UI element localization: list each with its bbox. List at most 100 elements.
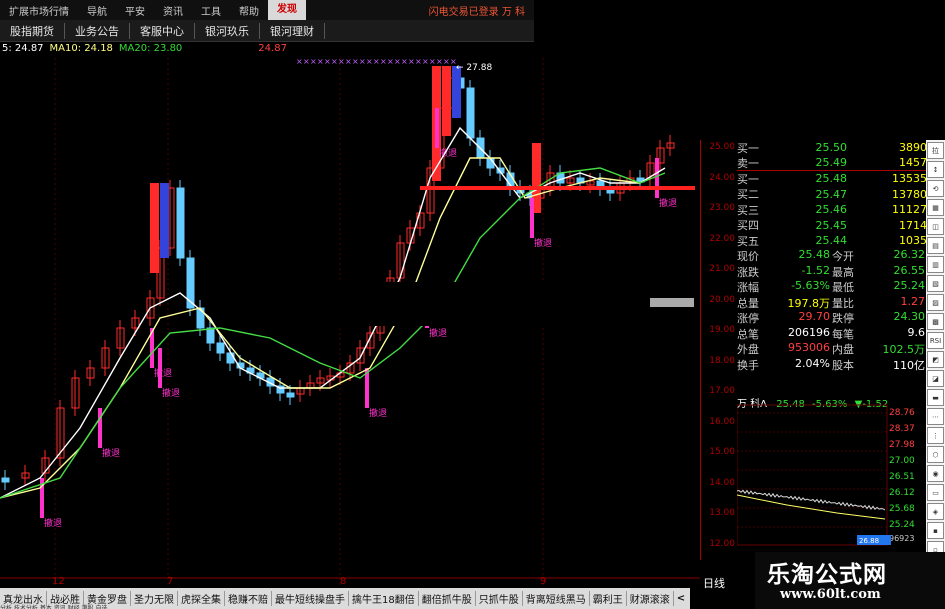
nav-link-1[interactable]: 业务公告 [65, 22, 130, 39]
axis-tick: 24.00 [709, 172, 735, 183]
stat-cell: 每笔 9.6 [832, 326, 927, 342]
order-price: 25.44 [815, 234, 848, 248]
tool-icon[interactable]: 拉 [927, 142, 944, 159]
stat-value: -1.52 [801, 263, 830, 277]
candle-body [206, 327, 215, 344]
marker-x: × [366, 58, 373, 66]
formula-tab[interactable]: 只抓牛股 [476, 591, 523, 606]
stat-value: 197.8万 [787, 296, 831, 310]
menu-item-1[interactable]: 导航 [78, 3, 116, 18]
stat-row: 外盘 953006 内盘 102.5万 [737, 341, 927, 358]
order-row: 买四 25.45 1714 [737, 218, 927, 234]
stat-cell: 涨跌 -1.52 [737, 264, 832, 280]
tool-icon[interactable]: ▪ [927, 522, 944, 539]
nav-link-2[interactable]: 客服中心 [130, 22, 195, 39]
stat-label: 现价 [737, 250, 759, 264]
tool-icon[interactable]: ▤ [927, 237, 944, 254]
stat-cell: 今开 26.32 [832, 248, 927, 264]
tool-icon[interactable]: ▨ [927, 294, 944, 311]
menu-item-0[interactable]: 扩展市场行情 [0, 3, 78, 18]
formula-tab[interactable]: 擒牛王18翻倍 [349, 591, 419, 606]
nav-link-0[interactable]: 股指期货 [0, 22, 65, 39]
ma10-label: MA10: 24.18 [49, 43, 113, 54]
mini-bottom-value: 96923 [889, 534, 914, 543]
ma20-line [0, 167, 666, 499]
stat-cell: 换手 2.04% [737, 357, 832, 373]
signal-label: 撤退 [154, 367, 172, 379]
menu-item-2[interactable]: 平安 [116, 3, 154, 18]
nav-link-4[interactable]: 银河理财 [260, 22, 325, 39]
mini-badge-label: 26.88 [859, 537, 879, 545]
candle-large [160, 183, 169, 258]
formula-tab[interactable]: 霸利王 [590, 591, 627, 606]
candle-large [442, 66, 451, 136]
tool-icon[interactable]: ◈ [927, 503, 944, 520]
tool-icon[interactable]: ◫ [927, 218, 944, 235]
stat-row: 现价 25.48 今开 26.32 [737, 248, 927, 265]
tool-icon[interactable]: ▥ [927, 256, 944, 273]
tool-icon[interactable]: ▧ [927, 275, 944, 292]
formula-tab[interactable]: 财源滚滚 [627, 591, 674, 606]
tool-icon[interactable]: ▬ [927, 389, 944, 406]
axis-tick: 17.00 [709, 386, 735, 396]
formula-tab[interactable]: 最牛短线操盘手 [272, 591, 349, 606]
tool-icon[interactable]: ↕ [927, 161, 944, 178]
menu-item-3[interactable]: 资讯 [154, 3, 192, 18]
tab-scroll-button[interactable]: < [674, 593, 688, 604]
stat-label: 涨停 [737, 312, 759, 326]
order-row: 买三 25.46 11127 [737, 202, 927, 218]
formula-tab[interactable]: 背离短线黑马 [523, 591, 590, 606]
tool-icon[interactable]: ▭ [927, 484, 944, 501]
order-row: 买一 25.48 13535 [737, 171, 927, 187]
tab-scroll-button[interactable]: > [688, 593, 690, 604]
period-label[interactable]: 日线 [703, 575, 725, 591]
order-volume: 3890 [899, 141, 927, 155]
candle-body [226, 352, 235, 364]
stat-cell: 外盘 953006 [737, 341, 832, 357]
marker-x: × [317, 58, 324, 66]
redaction-bar-small [650, 298, 694, 307]
tool-icon[interactable]: ⬡ [927, 446, 944, 463]
ma-legend: 5: 24.87 MA10: 24.18 MA20: 23.80 24.87 [0, 43, 287, 59]
stat-value: 26.55 [893, 263, 926, 277]
order-price: 25.47 [815, 187, 848, 201]
mini-axis-tick: 25.68 [889, 504, 915, 514]
tool-icon[interactable]: ◪ [927, 370, 944, 387]
marker-x: × [443, 58, 450, 66]
order-price: 25.46 [815, 203, 848, 217]
mini-frame [737, 404, 888, 546]
menu-item-5[interactable]: 帮助 [230, 3, 268, 18]
tool-icon[interactable]: ▩ [927, 313, 944, 330]
formula-tab[interactable]: 翻倍抓牛股 [419, 591, 476, 606]
order-label: 买五 [737, 234, 759, 248]
tool-icon[interactable]: ◩ [927, 351, 944, 368]
stat-label: 涨跌 [737, 265, 759, 279]
stat-value: 102.5万 [882, 343, 926, 357]
marker-x: × [429, 58, 436, 66]
tool-icon[interactable]: ⋮ [927, 427, 944, 444]
stat-label: 外盘 [737, 343, 759, 357]
tool-icon[interactable]: ⟲ [927, 180, 944, 197]
mini-price-line [737, 489, 886, 511]
logo-title: 乐淘公式网 [767, 562, 887, 588]
menu-item-4[interactable]: 工具 [192, 3, 230, 18]
order-price: 25.45 [815, 218, 848, 232]
stat-value: 29.70 [798, 310, 831, 324]
menu-item-6[interactable]: 发现 [268, 0, 306, 20]
stat-cell: 量比 1.27 [832, 295, 927, 311]
tool-icon[interactable]: RSI [927, 332, 944, 349]
stat-value: 110亿 [893, 358, 925, 372]
tool-icon[interactable]: ◉ [927, 465, 944, 482]
stat-label: 最低 [832, 281, 854, 295]
order-row: 卖一 25.49 1457 [737, 156, 927, 171]
quote-panel: 买一 25.50 3890 卖一 25.49 1457 买一 25.48 13535 买二 25.4… [737, 140, 927, 392]
tool-icon[interactable]: ⋯ [927, 408, 944, 425]
marker-x: × [401, 58, 408, 66]
intraday-mini-chart[interactable]: 28.76 28.37 27.98 27.00 26.51 26.12 25.68 25.24… [737, 395, 917, 550]
order-label: 买二 [737, 188, 759, 202]
stat-row: 总笔 206196 每笔 9.6 [737, 326, 927, 342]
stat-label: 量比 [832, 296, 854, 310]
order-label: 卖一 [737, 156, 759, 170]
nav-link-3[interactable]: 银河玖乐 [195, 22, 260, 39]
tool-icon[interactable]: ▦ [927, 199, 944, 216]
